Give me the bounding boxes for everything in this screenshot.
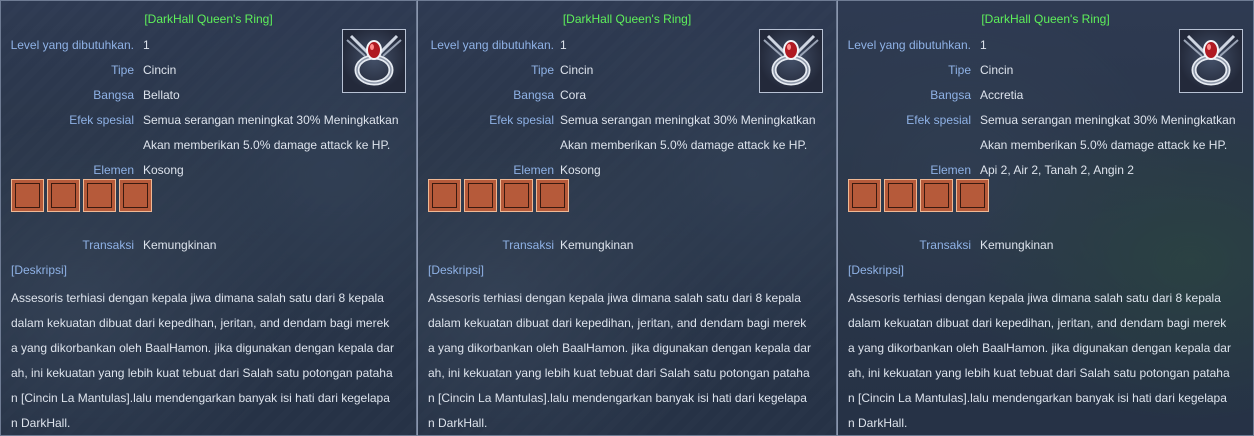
type-label: Tipe [948,63,971,77]
trade-label: Transaksi [919,238,971,252]
race-label: Bangsa [93,88,134,102]
trade-value: Kemungkinan [560,238,634,252]
description-line: ah, ini kekuatan yang lebih kuat tebuat … [428,366,810,380]
level-label: Level yang dibutuhkan. [430,38,554,52]
type-label: Tipe [111,63,134,77]
trade-label: Transaksi [82,238,134,252]
socket-slots [11,179,152,212]
description-line: dalam kekuatan dibuat dari kepedihan, je… [428,316,807,330]
item-tooltip: [DarkHall Queen's Ring] Level yang dibut… [837,0,1254,436]
element-label: Elemen [930,163,971,177]
description-line: ah, ini kekuatan yang lebih kuat tebuat … [848,366,1230,380]
item-tooltip: [DarkHall Queen's Ring] Level yang dibut… [0,0,417,436]
race-value: Accretia [980,88,1024,102]
twig-icon[interactable] [47,179,80,212]
item-title: [DarkHall Queen's Ring] [562,12,692,26]
race-label: Bangsa [513,88,554,102]
race-value: Bellato [143,88,180,102]
level-label: Level yang dibutuhkan. [10,38,134,52]
trade-value: Kemungkinan [143,238,217,252]
effect-line-1: Semua serangan meningkat 30% Meningkatka… [143,113,399,127]
effect-line-1: Semua serangan meningkat 30% Meningkatka… [560,113,816,127]
item-tooltip: [DarkHall Queen's Ring] Level yang dibut… [417,0,837,436]
item-title: [DarkHall Queen's Ring] [144,12,273,26]
type-value: Cincin [980,63,1014,77]
description-heading: [Deskripsi] [11,263,68,277]
element-value: Kosong [560,163,601,177]
effect-label: Efek spesial [69,113,134,127]
tooltip-comparison: [DarkHall Queen's Ring] Level yang dibut… [0,0,1254,436]
description-line: n DarkHall. [11,416,71,430]
description-line: Assesoris terhiasi dengan kepala jiwa di… [11,291,384,305]
ring-icon[interactable] [119,179,152,212]
description-line: n [Cincin La Mantulas].lalu mendengarkan… [11,391,390,405]
description-line: Assesoris terhiasi dengan kepala jiwa di… [428,291,801,305]
description-line: n [Cincin La Mantulas].lalu mendengarkan… [848,391,1227,405]
description-heading: [Deskripsi] [428,263,485,277]
race-label: Bangsa [930,88,971,102]
description-line: Assesoris terhiasi dengan kepala jiwa di… [848,291,1221,305]
description-text: Assesoris terhiasi dengan kepala jiwa di… [848,286,1248,435]
description-line: ah, ini kekuatan yang lebih kuat tebuat … [11,366,393,380]
socket-slots [428,179,569,212]
element-value: Kosong [143,163,184,177]
twig-icon[interactable] [11,179,44,212]
twig-icon[interactable] [428,179,461,212]
twig-icon[interactable] [848,179,881,212]
trade-label: Transaksi [502,238,554,252]
twig-icon[interactable] [464,179,497,212]
effect-line-2: Akan memberikan 5.0% damage attack ke HP… [560,138,808,152]
description-line: n DarkHall. [428,416,488,430]
description-line: a yang dikorbankan oleh BaalHamon. jika … [848,341,1231,355]
effect-line-1: Semua serangan meningkat 30% Meningkatka… [980,113,1236,127]
element-label: Elemen [93,163,134,177]
ring-icon [342,29,406,93]
element-value: Api 2, Air 2, Tanah 2, Angin 2 [980,163,1134,177]
ring-icon[interactable] [500,179,533,212]
item-title: [DarkHall Queen's Ring] [981,12,1110,26]
type-label: Tipe [531,63,554,77]
description-line: dalam kekuatan dibuat dari kepedihan, je… [11,316,390,330]
race-value: Cora [560,88,587,102]
ring-icon [1179,29,1243,93]
description-line: dalam kekuatan dibuat dari kepedihan, je… [848,316,1227,330]
ring-icon[interactable] [83,179,116,212]
effect-line-2: Akan memberikan 5.0% damage attack ke HP… [143,138,391,152]
type-value: Cincin [143,63,177,77]
trade-value: Kemungkinan [980,238,1054,252]
twig-icon[interactable] [884,179,917,212]
effect-label: Efek spesial [906,113,971,127]
description-line: a yang dikorbankan oleh BaalHamon. jika … [428,341,811,355]
level-value: 1 [143,38,150,52]
effect-line-2: Akan memberikan 5.0% damage attack ke HP… [980,138,1228,152]
type-value: Cincin [560,63,594,77]
description-line: n DarkHall. [848,416,908,430]
ring-icon[interactable] [536,179,569,212]
socket-slots [848,179,989,212]
level-label: Level yang dibutuhkan. [847,38,971,52]
description-text: Assesoris terhiasi dengan kepala jiwa di… [428,286,828,435]
description-text: Assesoris terhiasi dengan kepala jiwa di… [11,286,411,435]
description-line: a yang dikorbankan oleh BaalHamon. jika … [11,341,394,355]
effect-label: Efek spesial [489,113,554,127]
level-value: 1 [560,38,567,52]
ring-icon [759,29,823,93]
ring-icon[interactable] [920,179,953,212]
level-value: 1 [980,38,987,52]
description-heading: [Deskripsi] [848,263,905,277]
description-line: n [Cincin La Mantulas].lalu mendengarkan… [428,391,807,405]
ring-icon[interactable] [956,179,989,212]
element-label: Elemen [513,163,554,177]
